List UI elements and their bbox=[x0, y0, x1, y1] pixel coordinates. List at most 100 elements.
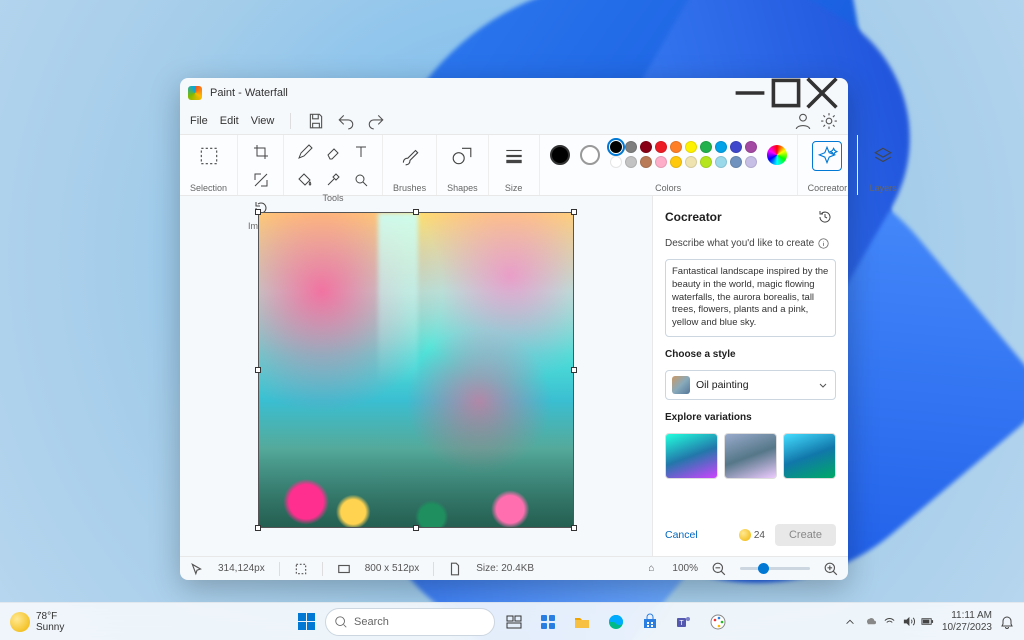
taskview-icon[interactable] bbox=[499, 607, 529, 637]
menu-view[interactable]: View bbox=[251, 115, 275, 127]
color-swatch[interactable] bbox=[670, 156, 682, 168]
color-swatch[interactable] bbox=[685, 156, 697, 168]
edge-icon[interactable] bbox=[601, 607, 631, 637]
status-dimensions: 800 x 512px bbox=[365, 563, 420, 574]
notifications-icon[interactable] bbox=[1000, 615, 1014, 629]
color-swatch[interactable] bbox=[640, 141, 652, 153]
picker-icon[interactable] bbox=[322, 169, 344, 191]
ribbon-colors: Colors bbox=[540, 135, 798, 195]
paint-window: Paint - Waterfall File Edit View Selecti… bbox=[180, 78, 848, 580]
color-swatch[interactable] bbox=[625, 141, 637, 153]
redo-icon[interactable] bbox=[367, 112, 385, 130]
color-swatch[interactable] bbox=[640, 156, 652, 168]
titlebar: Paint - Waterfall bbox=[180, 78, 848, 108]
zoom-slider[interactable] bbox=[740, 567, 810, 570]
color-swatch[interactable] bbox=[625, 156, 637, 168]
cancel-link[interactable]: Cancel bbox=[665, 529, 698, 541]
status-size: Size: 20.4KB bbox=[476, 563, 534, 574]
taskbar-clock[interactable]: 11:11 AM 10/27/2023 bbox=[942, 610, 992, 633]
text-icon[interactable] bbox=[350, 141, 372, 163]
color-swatch[interactable] bbox=[745, 141, 757, 153]
menu-edit[interactable]: Edit bbox=[220, 115, 239, 127]
widgets-icon[interactable] bbox=[533, 607, 563, 637]
canvas-viewport[interactable] bbox=[180, 196, 652, 556]
color1-swatch[interactable] bbox=[550, 145, 570, 165]
taskbar-right: 11:11 AM 10/27/2023 bbox=[844, 610, 1024, 633]
crop-icon[interactable] bbox=[250, 141, 272, 163]
color-swatch[interactable] bbox=[730, 141, 742, 153]
brush-icon[interactable] bbox=[395, 141, 425, 171]
store-icon[interactable] bbox=[635, 607, 665, 637]
variations-row bbox=[665, 433, 836, 479]
describe-label: Describe what you'd like to create bbox=[665, 238, 836, 249]
chevron-up-icon[interactable] bbox=[844, 616, 856, 628]
variation-3[interactable] bbox=[783, 433, 836, 479]
taskbar-weather[interactable]: 78°F Sunny bbox=[0, 611, 64, 633]
color-swatch[interactable] bbox=[715, 156, 727, 168]
color-swatch[interactable] bbox=[700, 141, 712, 153]
color-swatch[interactable] bbox=[655, 156, 667, 168]
edit-colors-icon[interactable] bbox=[767, 145, 787, 165]
color-swatch[interactable] bbox=[730, 156, 742, 168]
color-swatch[interactable] bbox=[670, 141, 682, 153]
chevron-down-icon bbox=[817, 379, 829, 391]
volume-icon[interactable] bbox=[902, 615, 915, 628]
history-icon[interactable] bbox=[814, 206, 836, 228]
magnifier-icon[interactable] bbox=[350, 169, 372, 191]
onedrive-icon[interactable] bbox=[864, 615, 877, 628]
settings-gear-icon[interactable] bbox=[820, 112, 838, 130]
undo-icon[interactable] bbox=[337, 112, 355, 130]
ribbon-brushes: Brushes bbox=[383, 135, 437, 195]
account-icon[interactable] bbox=[794, 112, 812, 130]
wifi-icon[interactable] bbox=[883, 615, 896, 628]
color-swatch[interactable] bbox=[610, 141, 622, 153]
shapes-icon[interactable] bbox=[447, 141, 477, 171]
canvas-frame[interactable] bbox=[258, 212, 574, 528]
zoom-in-icon[interactable] bbox=[824, 562, 838, 576]
color-swatch[interactable] bbox=[610, 156, 622, 168]
explorer-icon[interactable] bbox=[567, 607, 597, 637]
save-icon[interactable] bbox=[307, 112, 325, 130]
minimize-button[interactable] bbox=[732, 78, 768, 108]
color-swatch[interactable] bbox=[655, 141, 667, 153]
select-rect-icon[interactable] bbox=[194, 141, 224, 171]
menu-file[interactable]: File bbox=[190, 115, 208, 127]
style-thumb bbox=[672, 376, 690, 394]
style-select[interactable]: Oil painting bbox=[665, 370, 836, 400]
battery-icon[interactable] bbox=[921, 615, 934, 628]
fill-icon[interactable] bbox=[294, 169, 316, 191]
color-swatch[interactable] bbox=[745, 156, 757, 168]
paint-taskbar-icon[interactable] bbox=[703, 607, 733, 637]
info-icon[interactable] bbox=[818, 238, 829, 249]
size-icon[interactable] bbox=[499, 141, 529, 171]
cocreator-icon[interactable] bbox=[812, 141, 842, 171]
statusbar: 314,124px 800 x 512px Size: 20.4KB ⌂ 100… bbox=[180, 556, 848, 580]
eraser-icon[interactable] bbox=[322, 141, 344, 163]
maximize-button[interactable] bbox=[768, 78, 804, 108]
accessibility-icon[interactable]: ⌂ bbox=[644, 562, 658, 576]
credits-badge: 24 bbox=[739, 529, 765, 541]
zoom-out-icon[interactable] bbox=[712, 562, 726, 576]
coin-icon bbox=[739, 529, 751, 541]
color-swatch[interactable] bbox=[715, 141, 727, 153]
color-swatch[interactable] bbox=[685, 141, 697, 153]
prompt-textarea[interactable]: Fantastical landscape inspired by the be… bbox=[665, 259, 836, 337]
color2-swatch[interactable] bbox=[580, 145, 600, 165]
create-button[interactable]: Create bbox=[775, 524, 836, 546]
ribbon-image: Image bbox=[238, 135, 284, 195]
start-button[interactable] bbox=[291, 607, 321, 637]
variation-2[interactable] bbox=[724, 433, 777, 479]
taskbar-center: Search T bbox=[291, 607, 733, 637]
pencil-icon[interactable] bbox=[294, 141, 316, 163]
search-icon bbox=[334, 615, 348, 629]
layers-icon[interactable] bbox=[868, 141, 898, 171]
variation-1[interactable] bbox=[665, 433, 718, 479]
close-button[interactable] bbox=[804, 78, 840, 108]
taskbar-search[interactable]: Search bbox=[325, 608, 495, 636]
ribbon-shapes: Shapes bbox=[437, 135, 489, 195]
cocreator-title: Cocreator bbox=[665, 210, 722, 224]
resize-icon[interactable] bbox=[250, 169, 272, 191]
teams-icon[interactable]: T bbox=[669, 607, 699, 637]
color-swatch[interactable] bbox=[700, 156, 712, 168]
zoom-value: 100% bbox=[672, 563, 698, 574]
